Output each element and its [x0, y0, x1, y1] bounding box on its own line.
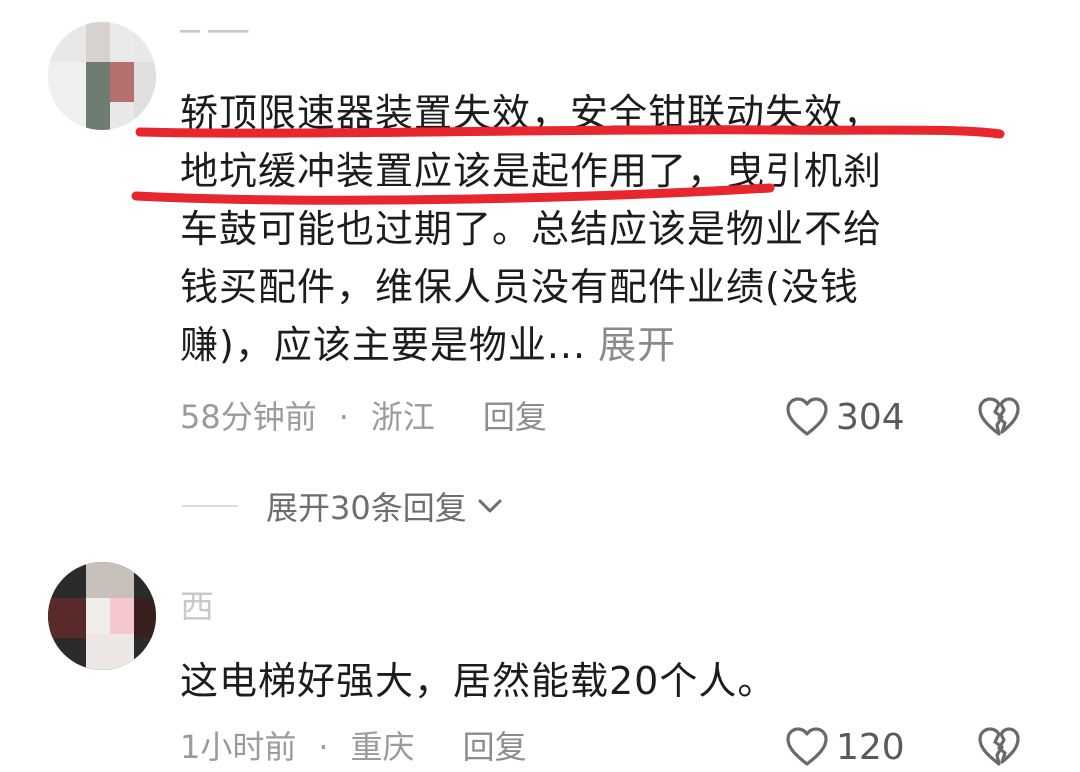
broken-heart-icon[interactable]	[976, 724, 1022, 770]
timestamp: 58分钟前	[180, 398, 317, 436]
comment-text: 这电梯好强大，居然能载20个人。	[180, 659, 777, 703]
separator-dot: ·	[318, 728, 329, 766]
timestamp: 1小时前	[180, 728, 297, 766]
heart-outline-icon	[786, 397, 828, 436]
like-count: 304	[836, 396, 905, 438]
comment-item: ▔ ▔▔ 轿顶限速器装置失效，安全钳联动失效， 地坑缓冲装置应该是起作用了，曳引…	[0, 0, 1080, 460]
heart-outline-icon	[786, 727, 828, 766]
comment-line: 钱买配件，维保人员没有配件业绩(没钱	[180, 265, 859, 309]
like-button[interactable]: 304	[784, 392, 905, 442]
expand-text-link[interactable]: 展开	[598, 323, 676, 367]
expand-replies-button[interactable]: 展开30条回复	[182, 478, 505, 534]
username[interactable]: 西	[180, 580, 240, 620]
comment-line: 地坑缓冲装置应该是起作用了，曳引机刹	[180, 149, 883, 193]
broken-heart-icon[interactable]	[976, 394, 1022, 440]
chevron-down-icon	[478, 499, 502, 513]
comment-line: 赚)，应该主要是物业... 展开	[180, 316, 1010, 374]
comment-text: 轿顶限速器装置失效，安全钳联动失效， 地坑缓冲装置应该是起作用了，曳引机刹 车鼓…	[180, 84, 1010, 374]
location: 浙江	[370, 398, 435, 436]
like-button[interactable]: 120	[784, 722, 905, 772]
avatar[interactable]	[48, 22, 156, 130]
comment-line: 车鼓可能也过期了。总结应该是物业不给	[180, 207, 883, 251]
comment-meta: 1小时前 · 重庆 回复	[180, 722, 527, 772]
expand-replies-label: 展开30条回复	[266, 489, 467, 527]
comment-line: 轿顶限速器装置失效，安全钳联动失效，	[180, 91, 883, 135]
separator-dot: ·	[338, 398, 349, 436]
reply-button[interactable]: 回复	[463, 728, 527, 766]
avatar[interactable]	[48, 562, 156, 670]
like-count: 120	[836, 726, 905, 768]
location: 重庆	[350, 728, 415, 766]
username[interactable]: ▔ ▔▔	[180, 30, 270, 70]
reply-button[interactable]: 回复	[483, 398, 547, 436]
divider	[182, 505, 238, 507]
comment-item: 西 这电梯好强大，居然能载20个人。 1小时前 · 重庆 回复 120	[0, 560, 1080, 768]
comment-meta: 58分钟前 · 浙江 回复	[180, 392, 547, 442]
comment-line-text: 赚)，应该主要是物业...	[180, 323, 587, 367]
